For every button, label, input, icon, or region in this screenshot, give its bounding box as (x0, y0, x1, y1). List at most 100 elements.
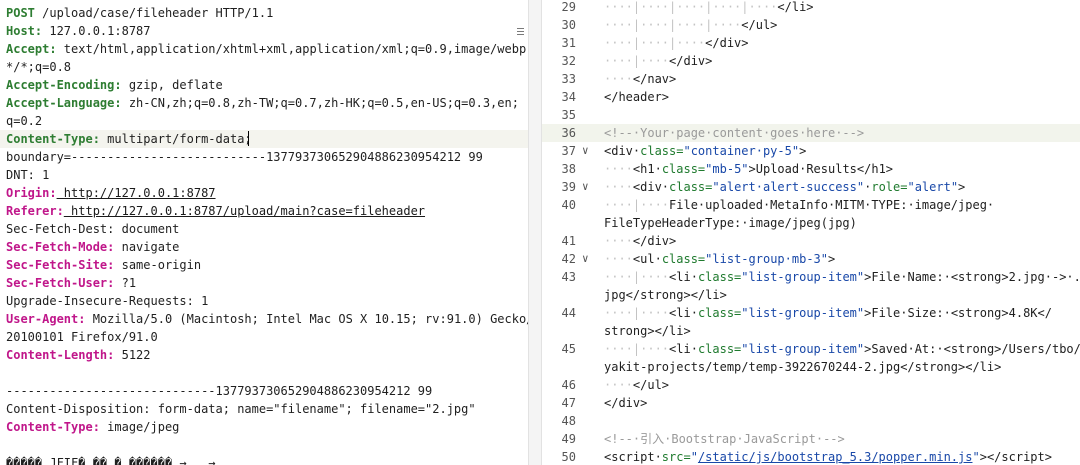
code-line: 38 ····<h1·class="mb-5">Upload·Results</h… (542, 160, 1080, 178)
header-value: ?1 (114, 276, 137, 290)
header-value: image/jpeg (99, 420, 180, 434)
request-line: Sec-Fetch-Dest: document (6, 220, 179, 238)
header-value: 20100101 Firefox/91.0 (6, 330, 158, 344)
code-text: ····|····<li·class="list-group-item">Sav… (604, 342, 1080, 356)
code-line: FileTypeHeaderType:·image/jpeg(jpg) (542, 214, 1080, 232)
fold-chevron-icon[interactable]: ∨ (582, 250, 594, 268)
code-line: 30 ····|····|····|····</ul> (542, 16, 1080, 34)
code-text: ····<div·class="alert·alert-success"·rol… (604, 180, 966, 194)
line-number: 37 (561, 144, 576, 158)
line-number: 35 (561, 108, 576, 122)
request-line: Upgrade-Insecure-Requests: 1 (6, 292, 208, 310)
code-line: 32 ····|····</div> (542, 52, 1080, 70)
header-key: User-Agent: (6, 312, 86, 326)
header-value: -----------------------------13779373065… (6, 384, 433, 398)
header-value: 5122 (114, 348, 151, 362)
header-value: */*;q=0.8 (6, 60, 72, 74)
header-value: http://127.0.0.1:8787/upload/main?case=f… (63, 204, 426, 218)
code-text: ····|····File·uploaded·MetaInfo·MITM·TYP… (604, 198, 995, 212)
code-text: ····|····<li·class="list-group-item">Fil… (604, 306, 1052, 320)
header-key: Accept: (6, 42, 57, 56)
header-value: /upload/case/fileheader HTTP/1.1 (34, 6, 274, 20)
code-line: 40 ····|····File·uploaded·MetaInfo·MITM·T… (542, 196, 1080, 214)
request-line: Host: 127.0.0.1:8787 (6, 22, 151, 40)
code-line: 33 ····</nav> (542, 70, 1080, 88)
header-key: Content-Type: (6, 420, 100, 434)
fold-chevron-icon[interactable]: ∨ (582, 178, 594, 196)
code-line: 42 ∨ ····<ul·class="list-group·mb-3"> (542, 250, 1080, 268)
request-line: POST /upload/case/fileheader HTTP/1.1 (6, 4, 273, 22)
code-line: yakit-projects/temp/temp-3922670244-2.jp… (542, 358, 1080, 376)
code-text: ····|····</div> (604, 54, 713, 68)
request-line: Sec-Fetch-Site: same-origin (6, 256, 201, 274)
header-key: Content-Type: (6, 132, 100, 146)
response-editor[interactable]: 29 ····|····|····|····|····</li> 30 ····|··… (542, 0, 1080, 465)
header-key: Accept-Encoding: (6, 78, 122, 92)
code-text: yakit-projects/temp/temp-3922670244-2.jp… (604, 360, 1002, 374)
header-key: Content-Length: (6, 348, 115, 362)
request-editor[interactable]: POST /upload/case/fileheader HTTP/1.1 Hos… (0, 0, 528, 465)
header-value: DNT: 1 (6, 168, 50, 182)
code-line: 29 ····|····|····|····|····</li> (542, 0, 1080, 16)
line-number: 49 (561, 432, 576, 446)
header-key: Referer: (6, 204, 64, 218)
request-line: ����� JFIF� �� � ������ → → (6, 454, 216, 465)
code-text: ····|····<li·class="list-group-item">Fil… (604, 270, 1080, 284)
request-line: boundary=---------------------------1377… (6, 148, 483, 166)
line-number: 36 (561, 126, 576, 140)
header-value: zh-CN,zh;q=0.8,zh-TW;q=0.7,zh-HK;q=0.5,e… (121, 96, 519, 110)
code-line: 44 ····|····<li·class="list-group-item">F… (542, 304, 1080, 322)
request-line: User-Agent: Mozilla/5.0 (Macintosh; Inte… (6, 310, 528, 328)
code-line: 43 ····|····<li·class="list-group-item">F… (542, 268, 1080, 286)
text-caret (248, 131, 249, 146)
code-line: 49 <!--·引入·Bootstrap·JavaScript·--> (542, 430, 1080, 448)
request-line: Content-Length: 5122 (6, 346, 151, 364)
scroll-indicator (517, 28, 524, 29)
code-line: 41 ····</div> (542, 232, 1080, 250)
header-key: Sec-Fetch-User: (6, 276, 115, 290)
request-line: Sec-Fetch-Mode: navigate (6, 238, 179, 256)
code-text: ····<h1·class="mb-5">Upload·Results</h1> (604, 162, 894, 176)
line-number: 31 (561, 36, 576, 50)
header-value: Content-Disposition: form-data; name="fi… (6, 402, 476, 416)
line-number: 38 (561, 162, 576, 176)
request-line: DNT: 1 (6, 166, 49, 184)
request-line: Sec-Fetch-User: ?1 (6, 274, 136, 292)
request-line: */*;q=0.8 (6, 58, 71, 76)
header-value: 127.0.0.1:8787 (42, 24, 151, 38)
code-text: </div> (604, 396, 648, 410)
request-line: Accept-Encoding: gzip, deflate (6, 76, 223, 94)
code-line: 39 ∨ ····<div·class="alert·alert-success"·… (542, 178, 1080, 196)
header-value: Sec-Fetch-Dest: document (6, 222, 180, 236)
fold-chevron-icon[interactable]: ∨ (582, 142, 594, 160)
code-text: ····|····|····|····|····</li> (604, 0, 814, 14)
header-value: multipart/form-data; (99, 132, 252, 146)
scroll-indicator (517, 34, 524, 35)
header-value: Mozilla/5.0 (Macintosh; Intel Mac OS X 1… (85, 312, 528, 326)
line-number: 45 (561, 342, 576, 356)
request-line: q=0.2 (6, 112, 42, 130)
header-value: boundary=---------------------------1377… (6, 150, 483, 164)
request-line: Content-Disposition: form-data; name="fi… (6, 400, 476, 418)
line-number: 34 (561, 90, 576, 104)
line-number: 29 (561, 0, 576, 14)
request-line: Content-Type: multipart/form-data; (0, 130, 528, 148)
request-line: Accept: text/html,application/xhtml+xml,… (6, 40, 528, 58)
code-text: ····</ul> (604, 378, 670, 392)
scroll-indicator (517, 31, 524, 32)
code-text: strong></li> (604, 324, 691, 338)
code-line: strong></li> (542, 322, 1080, 340)
header-value: q=0.2 (6, 114, 43, 128)
line-number: 33 (561, 72, 576, 86)
code-text: ····<ul·class="list-group·mb-3"> (604, 252, 836, 266)
line-number: 40 (561, 198, 576, 212)
code-line: 48 (542, 412, 1080, 430)
header-key: POST (6, 6, 35, 20)
line-number: 48 (561, 414, 576, 428)
header-value: Upgrade-Insecure-Requests: 1 (6, 294, 209, 308)
code-line: 37 ∨ <div·class="container·py-5"> (542, 142, 1080, 160)
header-key: Origin: (6, 186, 57, 200)
line-number: 32 (561, 54, 576, 68)
header-key: Host: (6, 24, 43, 38)
pane-splitter[interactable] (528, 0, 542, 465)
